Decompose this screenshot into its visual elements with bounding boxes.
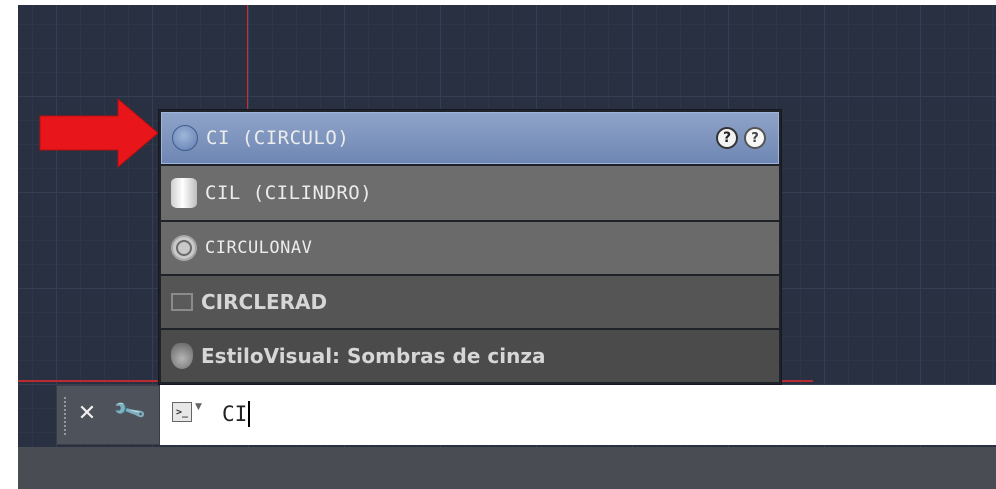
autocomplete-item-estilovisual[interactable]: EstiloVisual: Sombras de cinza [161,330,779,382]
cylinder-icon [171,178,197,208]
autocomplete-item-cilindro[interactable]: CIL (CILINDRO) [161,166,779,220]
navigation-wheel-icon [171,235,197,261]
circle-icon [172,125,198,151]
autocomplete-item-label: EstiloVisual: Sombras de cinza [201,344,546,368]
help-icon[interactable]: ? [716,127,738,149]
crosshair-vertical-line [247,5,248,110]
command-autocomplete-list: CI (CIRCULO) ? ? CIL (CILINDRO) CIRCULON… [158,109,782,385]
window-left-edge [0,0,18,489]
text-cursor [248,401,250,427]
autocomplete-item-label: CIRCLERAD [201,290,328,314]
red-arrow-annotation [39,98,159,168]
window-top-edge [0,0,996,5]
command-input[interactable] [222,399,922,429]
command-line: >_ ▼ [160,385,996,445]
command-line-toolbar: ✕ 🔧 [56,385,160,445]
command-prompt-icon[interactable]: >_ [172,402,192,422]
drag-grip-handle[interactable] [63,396,67,436]
autocomplete-item-circlerad[interactable]: CIRCLERAD [161,276,779,328]
autocomplete-item-circulonav[interactable]: CIRCULONAV [161,222,779,274]
autocomplete-item-circulo[interactable]: CI (CIRCULO) ? ? [161,112,779,164]
close-icon[interactable]: ✕ [75,401,99,426]
status-bar [18,447,996,489]
autocomplete-item-label: CIRCULONAV [205,238,313,258]
online-help-icon[interactable]: ? [744,127,766,149]
wrench-icon[interactable]: 🔧 [111,393,149,430]
autocomplete-item-label: CIL (CILINDRO) [205,182,373,204]
system-variable-icon [171,293,193,311]
visual-style-icon [171,343,193,369]
autocomplete-item-label: CI (CIRCULO) [206,127,350,149]
chevron-down-icon[interactable]: ▼ [195,402,202,412]
